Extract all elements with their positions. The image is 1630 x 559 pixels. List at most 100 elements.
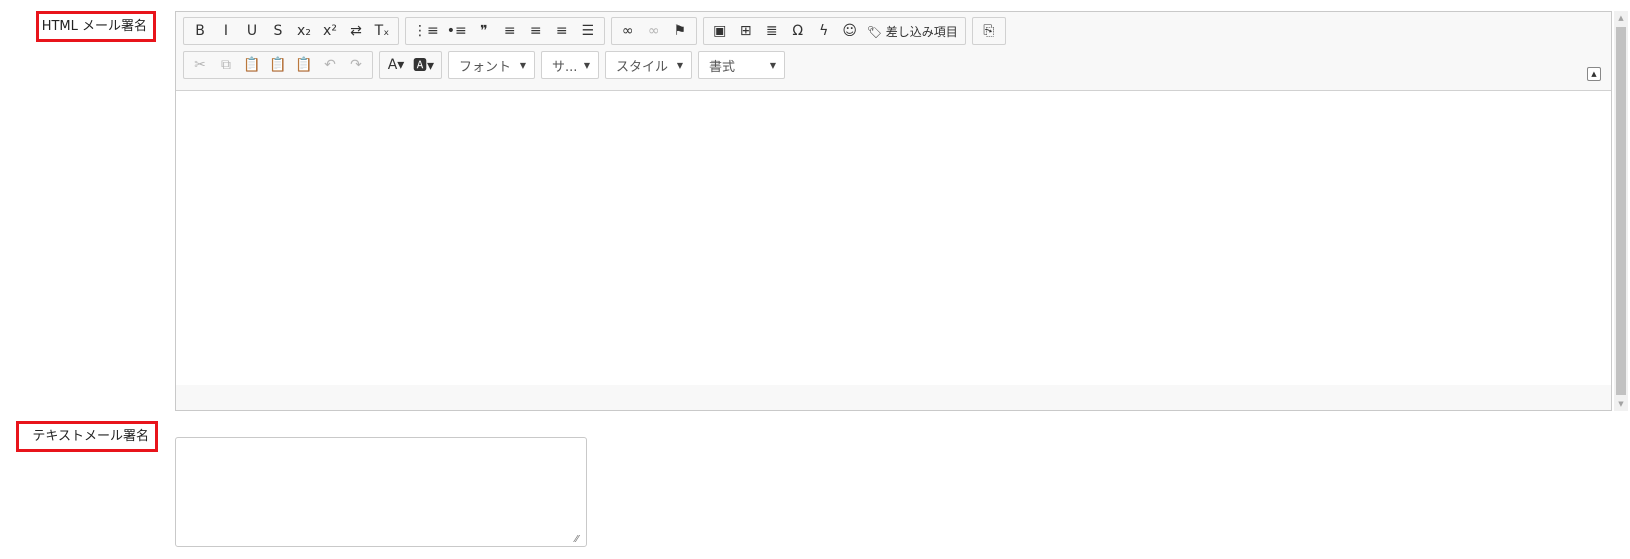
merge-field-button[interactable]: 🏷 差し込み項目 bbox=[863, 19, 962, 43]
link-icon: ∞ bbox=[621, 23, 634, 39]
cut-button[interactable]: ✂ bbox=[187, 53, 213, 77]
undo-icon: ↶ bbox=[324, 57, 336, 73]
html-signature-label: HTML メール署名 bbox=[36, 11, 156, 42]
color-group: A▾ 🅰▾ bbox=[379, 51, 443, 79]
lightning-icon: ϟ bbox=[819, 23, 829, 39]
source-icon: ⎘ bbox=[983, 23, 995, 39]
bg-color-icon: 🅰▾ bbox=[413, 58, 435, 74]
omega-icon: Ω bbox=[792, 23, 804, 39]
bold-icon: B bbox=[195, 23, 205, 39]
italic-icon: I bbox=[223, 23, 229, 39]
caret-down-icon: ▼ bbox=[676, 60, 684, 70]
horizontal-line-icon: ≣ bbox=[765, 23, 778, 39]
align-left-icon: ≡ bbox=[503, 23, 516, 39]
html-signature-editor: B I U Sx₂ x² ⇄ Tₓ ⋮≡ •≡ ❞ ≡ ≡ ≡ ☰ ∞ ∞ ⚑ ▣ ⊞ ≣ Ωϟ ☺ 🏷 差し込み項目 ⎘ ✂… bbox=[175, 11, 1612, 411]
special-char-button[interactable]: Ω bbox=[785, 19, 811, 43]
caret-down-icon: ▼ bbox=[769, 60, 777, 70]
unlink-icon: ∞ bbox=[647, 23, 660, 39]
remove-format-button[interactable]: Tₓ bbox=[369, 19, 395, 43]
toolbar-group-1: B I U Sx₂ x² ⇄ Tₓ bbox=[183, 17, 399, 45]
quote-icon: ❞ bbox=[479, 23, 488, 39]
subscript-icon: x₂ bbox=[297, 23, 311, 39]
editor-content-area[interactable] bbox=[176, 90, 1611, 386]
superscript-button[interactable]: x² bbox=[317, 19, 343, 43]
align-right-icon: ≡ bbox=[555, 23, 568, 39]
cut-icon: ✂ bbox=[194, 57, 206, 73]
text-signature-label: テキストメール署名 bbox=[16, 421, 158, 452]
align-left-button[interactable]: ≡ bbox=[497, 19, 523, 43]
caret-down-icon: ▼ bbox=[583, 60, 591, 70]
superscript-icon: x² bbox=[323, 23, 337, 39]
horizontal-line-button[interactable]: ≣ bbox=[759, 19, 785, 43]
style-combo[interactable]: スタイル ▼ bbox=[605, 51, 693, 79]
editor-toolbar: B I U Sx₂ x² ⇄ Tₓ ⋮≡ •≡ ❞ ≡ ≡ ≡ ☰ ∞ ∞ ⚑ ▣ ⊞ ≣ Ωϟ ☺ 🏷 差し込み項目 ⎘ ✂… bbox=[176, 12, 1611, 90]
scroll-thumb[interactable] bbox=[1616, 27, 1626, 395]
bg-color-button[interactable]: 🅰▾ bbox=[409, 53, 438, 77]
text-color-icon: A▾ bbox=[387, 57, 405, 73]
underline-button[interactable]: U bbox=[239, 19, 265, 43]
scroll-up-icon[interactable]: ▲ bbox=[1614, 11, 1628, 25]
editor-status-bar bbox=[176, 385, 1611, 410]
toolbar-group-5: ⎘ bbox=[971, 17, 1006, 45]
toolbar-group-2: ⋮≡ •≡ ❞ ≡ ≡ ≡ ☰ bbox=[405, 17, 605, 45]
align-center-button[interactable]: ≡ bbox=[523, 19, 549, 43]
blockquote-button[interactable]: ❞ bbox=[471, 19, 497, 43]
paste-text-button[interactable]: 📋 bbox=[265, 53, 291, 77]
underline-icon: U bbox=[246, 23, 258, 39]
copy-button[interactable]: ⧉ bbox=[213, 53, 239, 77]
caret-down-icon: ▼ bbox=[519, 60, 527, 70]
format-combo[interactable]: 書式 ▼ bbox=[698, 51, 786, 79]
paste-text-icon: 📋 bbox=[269, 57, 287, 73]
justify-icon: ☰ bbox=[581, 23, 595, 39]
bold-button[interactable]: B bbox=[187, 19, 213, 43]
toolbar-row-1: B I U Sx₂ x² ⇄ Tₓ ⋮≡ •≡ ❞ ≡ ≡ ≡ ☰ ∞ ∞ ⚑ ▣ ⊞ ≣ Ωϟ ☺ 🏷 差し込み項目 ⎘ bbox=[183, 17, 1006, 45]
strikethrough-button[interactable]: S bbox=[265, 19, 291, 43]
combo-label: 書式 bbox=[709, 59, 736, 75]
link-button[interactable]: ∞ bbox=[615, 19, 641, 43]
text-color-button[interactable]: A▾ bbox=[383, 53, 409, 77]
font-combo[interactable]: フォント ▼ bbox=[448, 51, 536, 79]
paste-word-button[interactable]: 📋 bbox=[291, 53, 317, 77]
page-scrollbar[interactable]: ▲ ▼ bbox=[1614, 11, 1628, 411]
subscript-button[interactable]: x₂ bbox=[291, 19, 317, 43]
justify-button[interactable]: ☰ bbox=[575, 19, 601, 43]
table-button[interactable]: ⊞ bbox=[733, 19, 759, 43]
align-right-button[interactable]: ≡ bbox=[549, 19, 575, 43]
image-button[interactable]: ▣ bbox=[707, 19, 733, 43]
numbered-list-button[interactable]: ⋮≡ bbox=[409, 19, 443, 43]
smiley-icon: ☺ bbox=[842, 23, 858, 39]
toolbar-row-2: ✂ ⧉ 📋 📋 📋 ↶ ↷ A▾ 🅰▾ フォント ▼ サ... ▼ スタイル ▼ 書式 ▼ bbox=[183, 51, 786, 79]
numbered-list-icon: ⋮≡ bbox=[413, 23, 439, 39]
flash-button[interactable]: ϟ bbox=[811, 19, 837, 43]
image-icon: ▣ bbox=[713, 23, 727, 39]
tag-icon: 🏷 差し込み項目 bbox=[866, 24, 958, 39]
strikethrough-icon: S bbox=[273, 23, 283, 39]
size-combo[interactable]: サ... ▼ bbox=[541, 51, 600, 79]
unlink-button[interactable]: ∞ bbox=[641, 19, 667, 43]
combo-label: サ... bbox=[552, 59, 578, 75]
remove-format-icon: Tₓ bbox=[374, 23, 390, 39]
resize-grip-icon[interactable]: ⁄⁄ bbox=[575, 535, 585, 545]
undo-button[interactable]: ↶ bbox=[317, 53, 343, 77]
paste-button[interactable]: 📋 bbox=[239, 53, 265, 77]
bulleted-list-button[interactable]: •≡ bbox=[443, 19, 471, 43]
paste-icon: 📋 bbox=[243, 57, 261, 73]
emoji-button[interactable]: ☺ bbox=[837, 19, 863, 43]
toolbar-group-3: ∞ ∞ ⚑ bbox=[610, 17, 697, 45]
bulleted-list-icon: •≡ bbox=[446, 23, 467, 39]
combo-label: スタイル bbox=[616, 59, 669, 75]
flag-icon: ⚑ bbox=[673, 23, 687, 39]
anchor-button[interactable]: ⚑ bbox=[667, 19, 693, 43]
table-icon: ⊞ bbox=[739, 23, 752, 39]
scroll-down-icon[interactable]: ▼ bbox=[1614, 397, 1628, 411]
indent-button[interactable]: ⇄ bbox=[343, 19, 369, 43]
combo-label: フォント bbox=[459, 59, 512, 75]
text-signature-textarea[interactable] bbox=[175, 437, 587, 547]
collapse-toolbar-button[interactable]: ▲ bbox=[1587, 67, 1601, 81]
indent-icon: ⇄ bbox=[350, 23, 362, 39]
toolbar-group-4: ▣ ⊞ ≣ Ωϟ ☺ 🏷 差し込み項目 bbox=[702, 17, 966, 45]
source-button[interactable]: ⎘ bbox=[976, 19, 1002, 43]
clipboard-group: ✂ ⧉ 📋 📋 📋 ↶ ↷ bbox=[183, 51, 373, 79]
redo-button[interactable]: ↷ bbox=[343, 53, 369, 77]
italic-button[interactable]: I bbox=[213, 19, 239, 43]
